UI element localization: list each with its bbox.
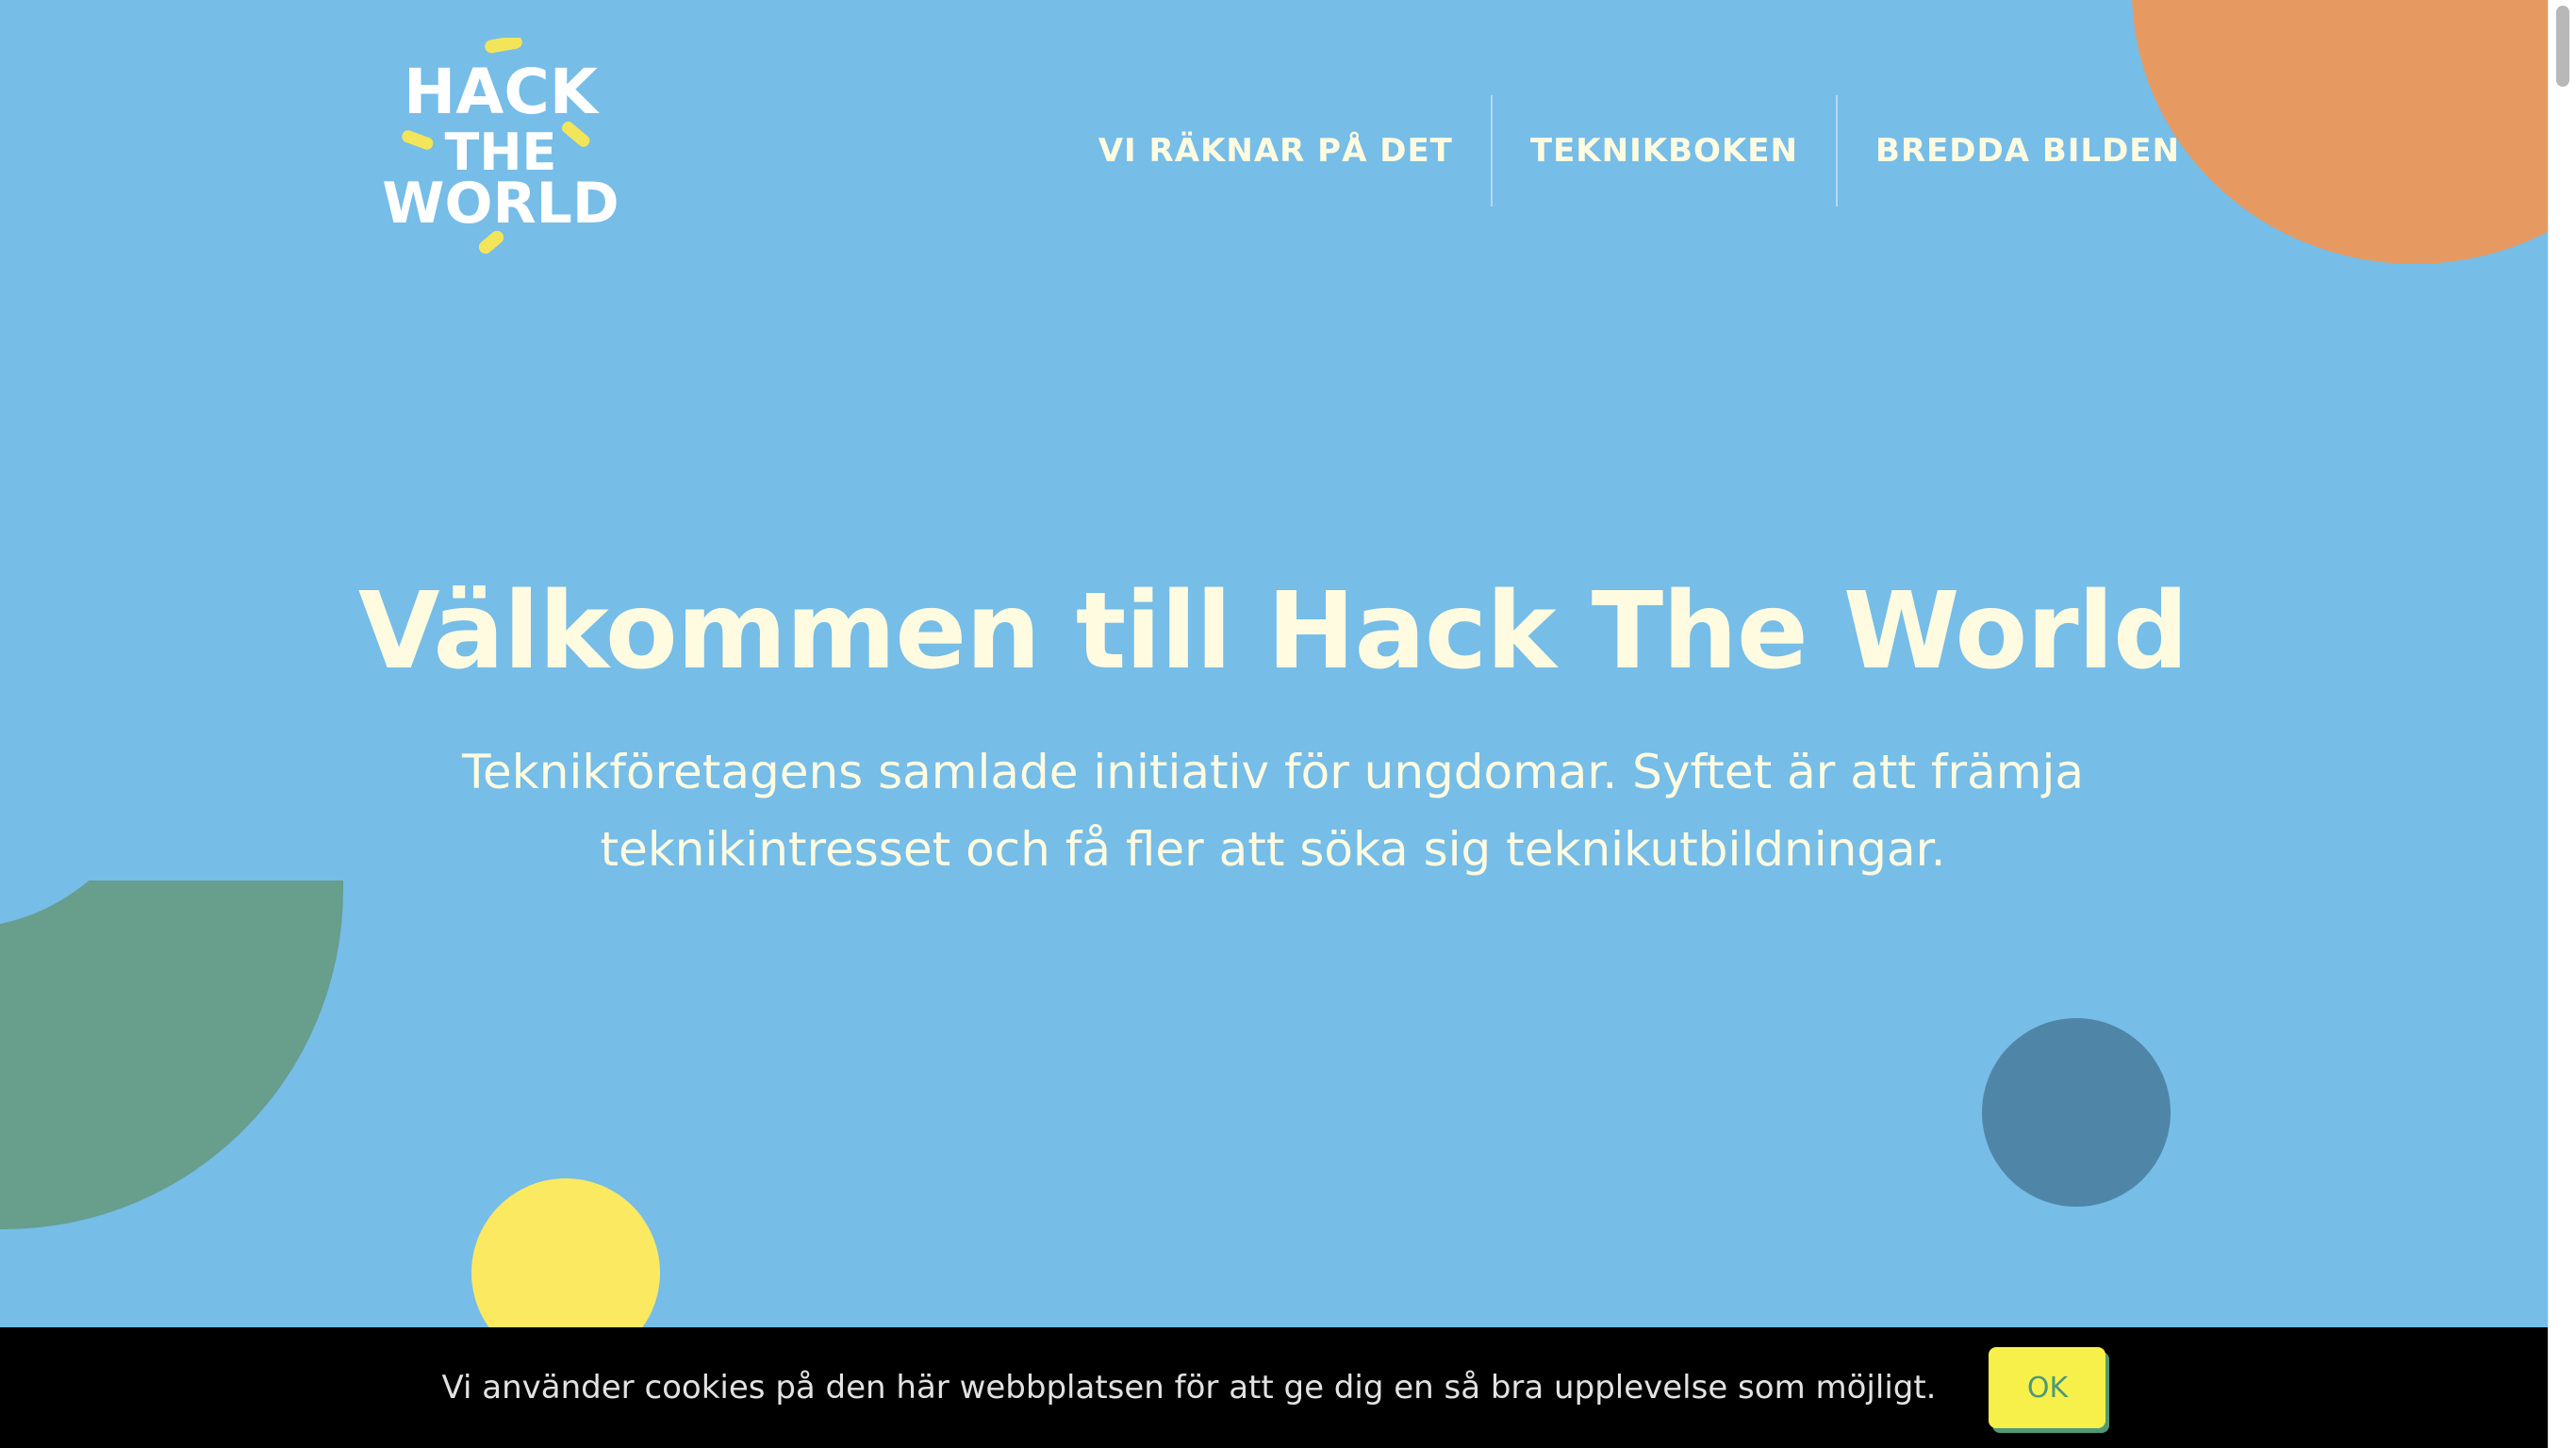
main-nav: VI RÄKNAR PÅ DET TEKNIKBOKEN BREDDA BILD… [1061,94,2180,207]
blue-circle-decoration [1982,1018,2171,1207]
hero-title: Välkommen till Hack The World [357,570,2188,693]
nav-link-vi-raknar-pa-det[interactable]: VI RÄKNAR PÅ DET [1061,94,1491,207]
hack-the-world-logo-icon: HACK THE WORLD [383,38,619,255]
nav-link-bredda-bilden[interactable]: BREDDA BILDEN [1838,94,2180,207]
green-arc-decoration [0,880,343,1295]
scrollbar-thumb[interactable] [2556,6,2569,87]
orange-circle-decoration [2132,0,2576,264]
cookie-banner: Vi använder cookies på den här webbplats… [0,1327,2548,1448]
svg-text:HACK: HACK [404,56,601,128]
cookie-ok-button[interactable]: OK [1989,1347,2106,1428]
vertical-scrollbar[interactable] [2548,0,2576,1448]
svg-text:WORLD: WORLD [383,171,619,237]
nav-link-teknikboken[interactable]: TEKNIKBOKEN [1493,94,1836,207]
site-logo[interactable]: HACK THE WORLD [383,38,619,264]
hero-subtitle: Teknikföretagens samlade initiativ för u… [462,745,2084,877]
page: HACK THE WORLD VI RÄKNAR PÅ DET TEKNIKBO… [0,0,2576,1448]
hero-section: Välkommen till Hack The World Teknikföre… [0,566,2546,888]
cookie-message: Vi använder cookies på den här webbplats… [441,1369,1937,1407]
